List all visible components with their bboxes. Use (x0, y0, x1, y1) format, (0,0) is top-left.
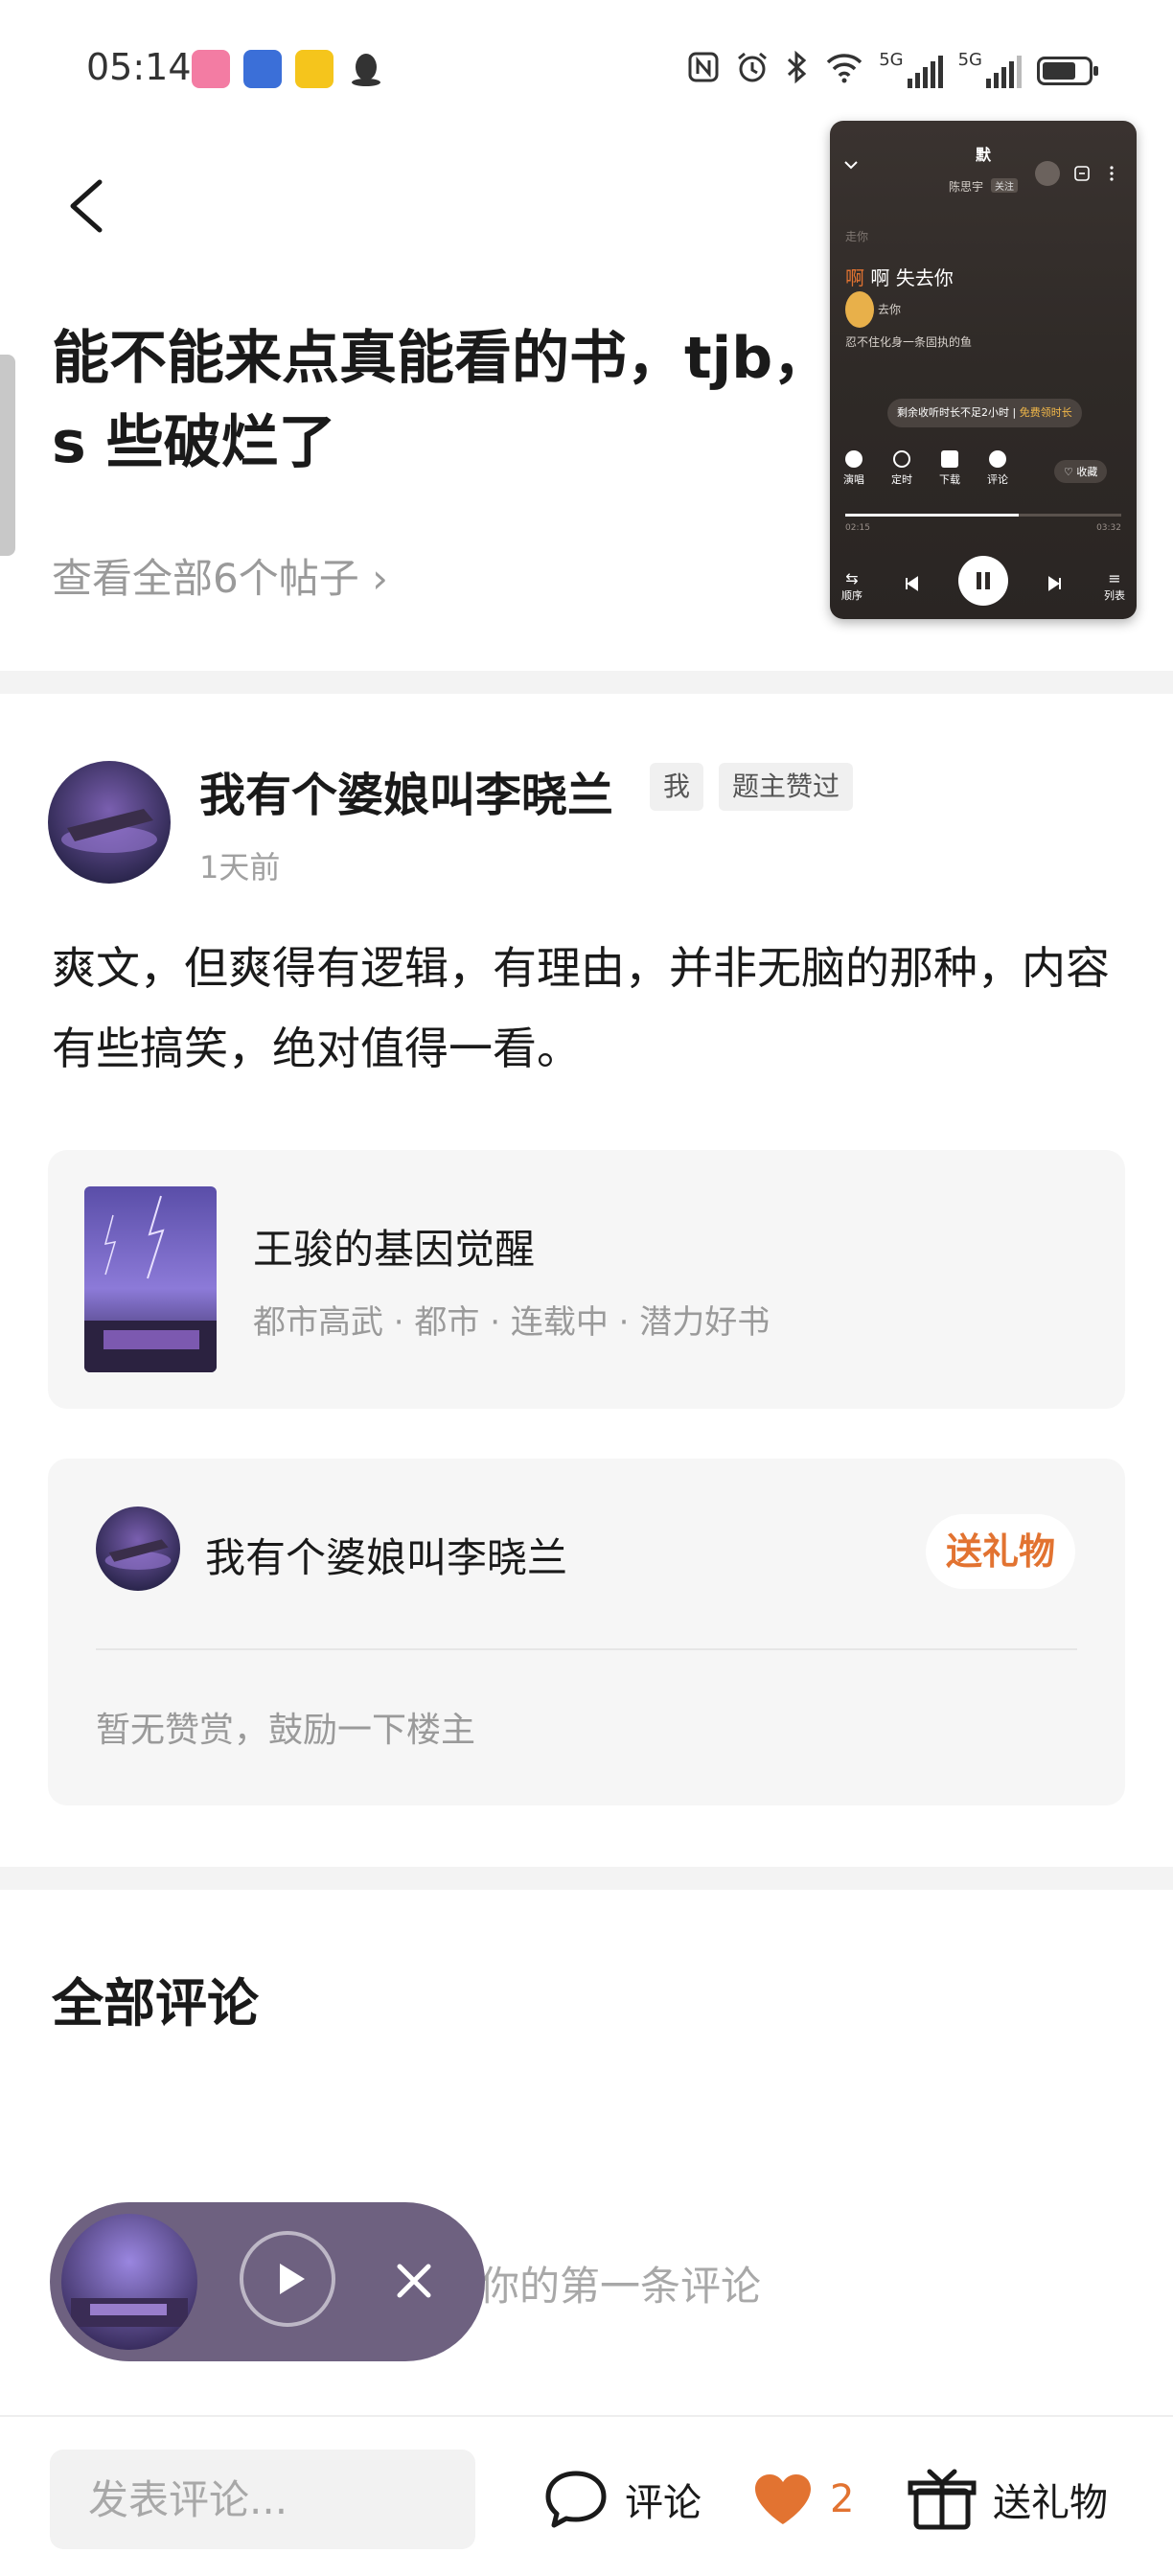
gift-box-icon (908, 2469, 977, 2530)
gift-button-bottom[interactable]: 送礼物 (907, 2461, 1108, 2538)
alarm-icon (735, 50, 770, 91)
collect-button[interactable]: ♡ 收藏 (1054, 460, 1108, 483)
view-all-posts-link[interactable]: 查看全部6个帖子 › (52, 546, 388, 605)
lyric-current: 啊 啊 失去你 (845, 266, 954, 289)
gift-label: 送礼物 (993, 2481, 1108, 2525)
battery-icon (1037, 56, 1098, 85)
like-button[interactable]: 2 (751, 2461, 854, 2538)
listening-time-promo[interactable]: 剩余收听时长不足2小时 | 免费领时长 (887, 399, 1082, 427)
comment-button[interactable]: 评论 (542, 2461, 702, 2538)
section-divider (0, 671, 1173, 694)
nfc-icon (687, 51, 720, 90)
network-5g-label: 5G (879, 50, 904, 70)
comment-input[interactable] (50, 2450, 475, 2549)
reward-author-avatar[interactable] (96, 1506, 180, 1591)
audio-close-button[interactable] (385, 2252, 443, 2310)
wifi-icon (825, 51, 863, 90)
time-elapsed: 02:15 (845, 523, 870, 533)
bilibili-app-icon (192, 50, 230, 88)
empty-comment-hint: 你的第一条评论 (479, 2263, 762, 2310)
next-track-icon[interactable] (1046, 575, 1064, 592)
signal-strength-icon (907, 54, 943, 88)
status-indicators: 5G 5G (687, 50, 1098, 91)
section-divider-2 (0, 1867, 1173, 1890)
pause-icon (977, 572, 990, 589)
artist-avatar[interactable] (1035, 161, 1060, 186)
play-icon (280, 2264, 305, 2294)
post-body: 爽文，但爽得有逻辑，有理由，并非无脑的那种，内容有些搞笑，绝对值得一看。 (52, 942, 1110, 1074)
back-button[interactable] (59, 172, 117, 240)
topic-title: 能不能来点真能看的书，tjb，s 些破烂了 (52, 325, 831, 476)
audio-play-button[interactable] (240, 2231, 335, 2327)
reward-empty-text: 暂无赞赏，鼓励一下楼主 (96, 1711, 476, 1750)
network-5g-label-2: 5G (957, 50, 982, 70)
lyric-next-2: 忍不住化身一条固执的鱼 (845, 335, 973, 349)
time-total: 03:32 (1096, 523, 1121, 533)
status-time: 05:14 (86, 46, 192, 88)
like-count: 2 (830, 2477, 855, 2521)
sing-action[interactable]: 演唱 (841, 450, 866, 487)
reward-divider (96, 1648, 1077, 1650)
heart-icon (755, 2474, 811, 2524)
previous-track-icon[interactable] (903, 575, 920, 592)
reward-card (48, 1459, 1125, 1806)
player-actions: 演唱 定时 下载 评论 (841, 450, 1010, 487)
side-drawer-handle[interactable] (0, 355, 15, 556)
yellow-app-icon (295, 50, 334, 88)
song-title: 默 (975, 146, 991, 164)
download-action[interactable]: 下载 (937, 450, 962, 487)
comments-heading: 全部评论 (52, 1973, 259, 2034)
author-avatar[interactable] (48, 761, 171, 884)
comment-bubble-icon (545, 2471, 607, 2528)
progress-track[interactable] (845, 514, 1121, 517)
book-meta: 都市高武 · 都市 · 连载中 · 潜力好书 (253, 1303, 770, 1342)
qq-icon (347, 50, 385, 88)
post-author-name[interactable]: 我有个婆娘叫李晓兰 (199, 757, 613, 824)
lyric-next: 去你 (878, 303, 902, 316)
comment-action[interactable]: 评论 (985, 450, 1010, 487)
me-tag: 我 (650, 763, 704, 811)
op-liked-tag: 题主赞过 (719, 763, 854, 811)
book-cover[interactable] (84, 1186, 217, 1372)
more-options-icon[interactable] (1108, 165, 1116, 182)
bluetooth-icon (785, 50, 810, 91)
signal-strength-icon-2 (986, 54, 1022, 88)
share-icon[interactable] (1073, 165, 1091, 182)
audio-cover[interactable] (61, 2214, 197, 2350)
progress-fill (845, 514, 1020, 517)
blue-app-icon (243, 50, 282, 88)
close-icon (397, 2264, 431, 2298)
send-gift-button[interactable]: 送礼物 (926, 1514, 1075, 1589)
artist-name: 陈思宇 (949, 180, 984, 194)
lyric-previous: 走你 (845, 230, 869, 243)
pause-button[interactable] (958, 556, 1008, 606)
status-app-icons (192, 50, 385, 88)
book-title[interactable]: 王骏的基因觉醒 (253, 1217, 535, 1276)
reward-author-name: 我有个婆娘叫李晓兰 (205, 1534, 568, 1581)
playlist-button[interactable]: ≡ 列表 (1104, 569, 1125, 603)
comment-label: 评论 (625, 2481, 702, 2525)
follow-tag[interactable]: 关注 (991, 178, 1018, 193)
floating-music-player[interactable]: 默 陈思宇 关注 走你 啊 啊 失去你 去你 忍不住化身一条固执的鱼 剩余收听时… (830, 121, 1137, 619)
post-time: 1天前 (199, 849, 281, 886)
album-thumbnail[interactable] (845, 291, 874, 328)
timer-action[interactable]: 定时 (889, 450, 914, 487)
play-mode-button[interactable]: ⇆ 顺序 (841, 569, 862, 603)
chevron-left-icon (70, 179, 103, 233)
